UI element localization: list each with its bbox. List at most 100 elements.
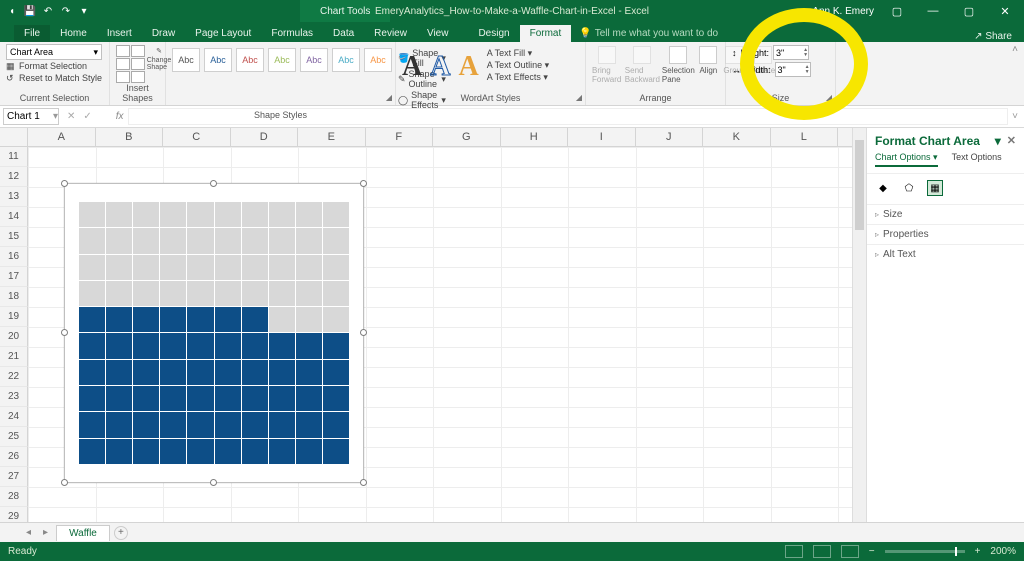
tab-page-layout[interactable]: Page Layout [185,25,261,42]
ribbon-display-icon[interactable]: ▢ [884,5,910,18]
column-header[interactable]: K [703,128,771,146]
shape-style-preset[interactable]: Abc [364,48,392,72]
resize-handle[interactable] [61,479,68,486]
tab-scroll-right-icon[interactable]: ▸ [39,527,52,538]
pane-dropdown-icon[interactable]: ▾ [995,134,1001,148]
shape-style-preset[interactable]: Abc [172,48,200,72]
tab-review[interactable]: Review [364,25,417,42]
row-header[interactable]: 17 [0,267,28,287]
pane-tab-chart-options[interactable]: Chart Options ▾ [875,152,938,167]
shape-style-preset[interactable]: Abc [236,48,264,72]
shape-style-preset[interactable]: Abc [300,48,328,72]
fx-icon[interactable]: fx [116,111,124,122]
save-icon[interactable]: 💾 [24,5,36,17]
wordart-gallery[interactable]: A A A [402,44,479,83]
normal-view-icon[interactable] [785,545,803,558]
row-header[interactable]: 23 [0,387,28,407]
resize-handle[interactable] [61,329,68,336]
row-header[interactable]: 12 [0,167,28,187]
qat-customize-icon[interactable]: ▾ [78,5,90,17]
resize-handle[interactable] [360,479,367,486]
dialog-launcher-icon[interactable]: ◢ [576,93,582,102]
size-properties-icon[interactable]: ▦ [927,180,943,196]
send-backward-button[interactable]: Send Backward [627,46,657,84]
shape-style-preset[interactable]: Abc [268,48,296,72]
tell-me[interactable]: 💡Tell me what you want to do [571,25,726,42]
row-header[interactable]: 15 [0,227,28,247]
column-header[interactable]: J [636,128,704,146]
pane-section-size[interactable]: Size [867,204,1024,224]
account-name[interactable]: Ann K. Emery [812,6,874,17]
expand-formula-bar-icon[interactable]: ˅ [1012,111,1024,122]
resize-handle[interactable] [61,180,68,187]
height-input[interactable]: 3"▲▼ [773,45,809,60]
worksheet-grid[interactable]: ABCDEFGHIJKL 111213141516171819202122232… [0,128,852,522]
shape-style-preset[interactable]: Abc [204,48,232,72]
tab-file[interactable]: File [14,25,50,42]
vertical-scrollbar[interactable] [852,128,866,522]
row-header[interactable]: 26 [0,447,28,467]
tab-design[interactable]: Design [468,25,519,42]
column-header[interactable]: F [366,128,434,146]
shape-gallery[interactable] [116,45,145,83]
zoom-level[interactable]: 200% [990,546,1016,557]
tab-format[interactable]: Format [520,25,572,42]
column-header[interactable]: C [163,128,231,146]
column-header[interactable]: I [568,128,636,146]
chart-object[interactable] [64,183,364,483]
format-selection-button[interactable]: ▦Format Selection [6,60,103,72]
enter-icon[interactable]: ✓ [83,111,91,122]
page-layout-view-icon[interactable] [813,545,831,558]
row-header[interactable]: 16 [0,247,28,267]
column-header[interactable]: D [231,128,299,146]
collapse-ribbon-icon[interactable]: ˄ [1006,42,1024,57]
pane-close-icon[interactable]: ✕ [1007,134,1016,148]
row-header[interactable]: 28 [0,487,28,507]
tab-data[interactable]: Data [323,25,364,42]
fill-line-icon[interactable]: ◆ [875,180,891,196]
row-header[interactable]: 29 [0,507,28,522]
tab-view[interactable]: View [417,25,459,42]
chart-element-selector[interactable]: Chart Area▾ [6,44,102,60]
tab-scroll-left-icon[interactable]: ◂ [22,527,35,538]
shape-style-gallery[interactable]: Abc Abc Abc Abc Abc Abc Abc [172,44,392,110]
redo-icon[interactable]: ↷ [60,5,72,17]
tab-insert[interactable]: Insert [97,25,142,42]
share-button[interactable]: ↗ Share [974,31,1024,42]
column-header[interactable]: L [771,128,839,146]
row-header[interactable]: 21 [0,347,28,367]
row-header[interactable]: 20 [0,327,28,347]
sheet-tab[interactable]: Waffle [56,525,110,541]
dialog-launcher-icon[interactable]: ◢ [826,93,832,102]
row-header[interactable]: 27 [0,467,28,487]
text-outline-button[interactable]: A Text Outline ▾ [487,60,549,71]
row-header[interactable]: 18 [0,287,28,307]
row-header[interactable]: 11 [0,147,28,167]
new-sheet-button[interactable]: + [114,526,128,540]
pane-section-alt-text[interactable]: Alt Text [867,244,1024,264]
maximize-icon[interactable]: ▢ [956,5,982,18]
select-all-corner[interactable] [0,128,28,146]
row-header[interactable]: 24 [0,407,28,427]
tab-home[interactable]: Home [50,25,97,42]
tab-formulas[interactable]: Formulas [261,25,323,42]
resize-handle[interactable] [360,180,367,187]
row-header[interactable]: 14 [0,207,28,227]
zoom-slider[interactable] [885,550,965,553]
resize-handle[interactable] [210,479,217,486]
close-icon[interactable]: ✕ [992,5,1018,18]
row-header[interactable]: 22 [0,367,28,387]
reset-style-button[interactable]: ↺Reset to Match Style [6,72,103,84]
text-effects-button[interactable]: A Text Effects ▾ [487,72,549,83]
align-button[interactable]: Align [699,46,717,84]
width-input[interactable]: 3"▲▼ [775,62,811,77]
zoom-out-icon[interactable]: − [869,546,875,557]
undo-icon[interactable]: ↶ [42,5,54,17]
minimize-icon[interactable]: — [920,5,946,17]
row-header[interactable]: 19 [0,307,28,327]
name-box[interactable]: Chart 1▾ [3,108,59,125]
column-header[interactable]: G [433,128,501,146]
pane-tab-text-options[interactable]: Text Options [952,152,1002,167]
row-header[interactable]: 13 [0,187,28,207]
zoom-in-icon[interactable]: + [975,546,981,557]
